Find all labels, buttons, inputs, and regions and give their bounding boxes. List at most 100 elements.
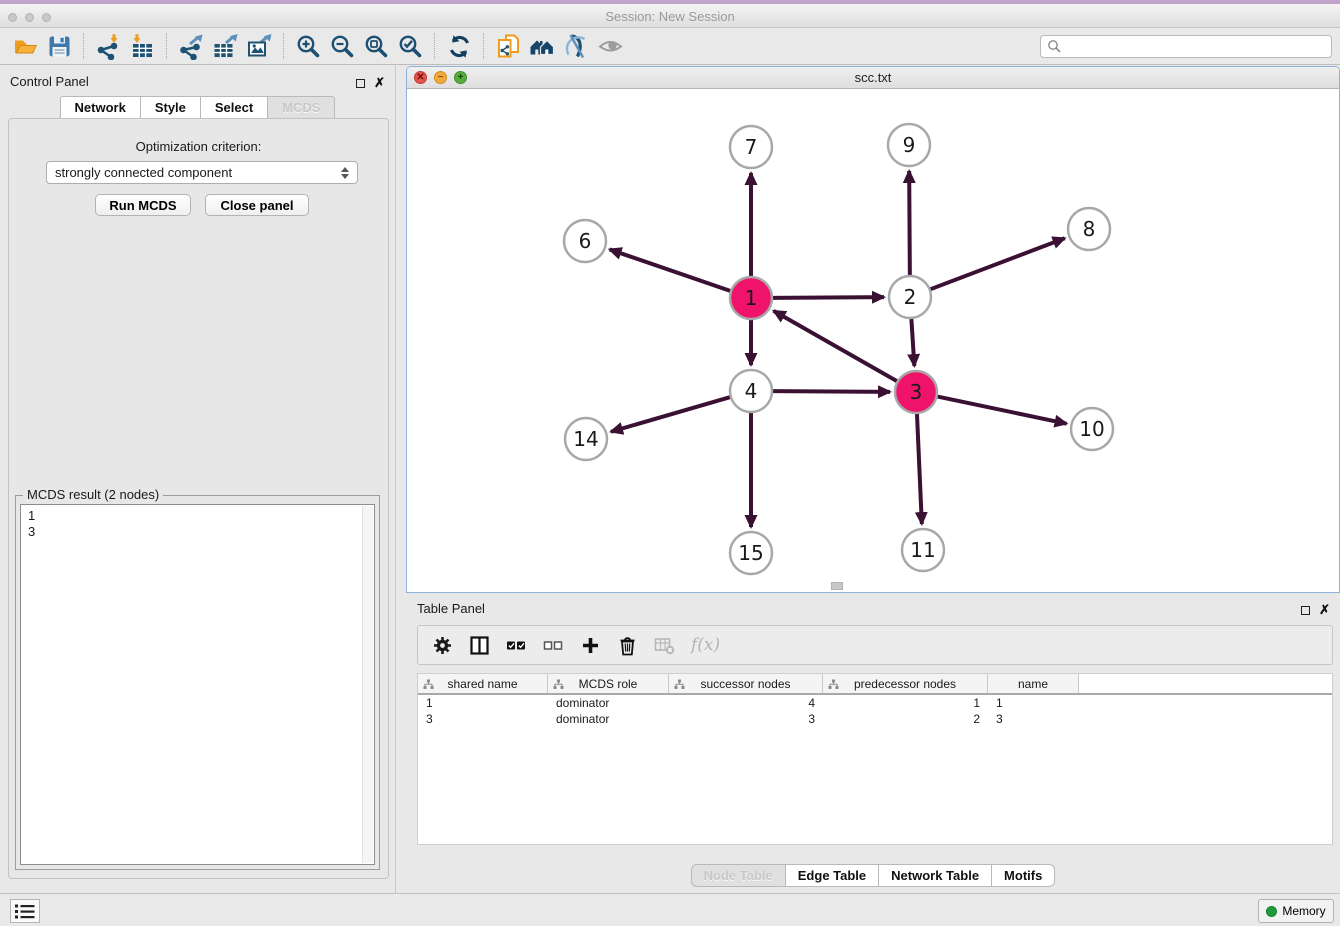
save-session-button[interactable]	[42, 30, 76, 62]
graph-node-14[interactable]: 14	[565, 418, 607, 460]
graph-node-2[interactable]: 2	[889, 276, 931, 318]
open-session-button[interactable]	[8, 30, 42, 62]
function-builder-button[interactable]: f(x)	[691, 632, 720, 658]
table-cell[interactable]: dominator	[548, 695, 669, 711]
graph-edge-1-6[interactable]	[610, 249, 731, 290]
graph-node-7[interactable]: 7	[730, 126, 772, 168]
graph-node-6[interactable]: 6	[564, 220, 606, 262]
graph-edge-3-10[interactable]	[938, 397, 1067, 424]
svg-text:14: 14	[573, 427, 598, 451]
export-network-button[interactable]	[174, 30, 208, 62]
graph-edge-2-3[interactable]	[911, 319, 914, 366]
column-header-name[interactable]: name	[988, 674, 1079, 693]
graph-edge-3-1[interactable]	[774, 311, 897, 381]
clone-network-button[interactable]	[491, 30, 525, 62]
table-cell[interactable]: 3	[418, 711, 548, 727]
table-cell[interactable]: 1	[418, 695, 548, 711]
memory-button[interactable]: Memory	[1258, 899, 1334, 923]
network-canvas[interactable]: 1 2 3 4 6 7 8 9 10 11 14 15	[407, 89, 1339, 592]
table-toolbar: f(x)	[417, 625, 1333, 665]
zoom-in-button[interactable]	[291, 30, 325, 62]
table-row[interactable]: 1dominator411	[418, 695, 1332, 711]
table-settings-button[interactable]	[432, 632, 453, 658]
mcds-result-scrollbar[interactable]	[362, 506, 373, 863]
close-panel-icon[interactable]: ✗	[374, 77, 385, 89]
tab-network-table[interactable]: Network Table	[878, 864, 991, 887]
mcds-result-area[interactable]: 1 3	[20, 504, 375, 865]
table-row[interactable]: 3dominator323	[418, 711, 1332, 727]
network-hscroll-thumb[interactable]	[831, 582, 843, 590]
svg-text:3: 3	[910, 380, 923, 404]
close-panel-icon[interactable]: ✗	[1319, 604, 1330, 616]
import-table-button[interactable]	[125, 30, 159, 62]
columns-icon	[469, 635, 490, 656]
mcds-result-text: 1 3	[28, 508, 358, 861]
tab-network[interactable]: Network	[60, 96, 140, 119]
graph-edge-3-11[interactable]	[917, 414, 922, 524]
column-type-icon	[423, 679, 434, 690]
table-cell[interactable]: dominator	[548, 711, 669, 727]
node-table[interactable]: shared name MCDS rolesuccessor nodesprede…	[417, 673, 1333, 845]
graph-node-11[interactable]: 11	[902, 529, 944, 571]
delete-column-button[interactable]	[617, 632, 638, 658]
tab-edge-table[interactable]: Edge Table	[785, 864, 878, 887]
zoom-selected-icon	[397, 33, 424, 60]
column-label: shared name	[447, 677, 517, 691]
criterion-select[interactable]: strongly connected component	[46, 161, 358, 184]
zoom-selected-button[interactable]	[393, 30, 427, 62]
table-header-row: shared name MCDS rolesuccessor nodesprede…	[418, 674, 1332, 695]
graph-node-10[interactable]: 10	[1071, 408, 1113, 450]
run-mcds-button[interactable]: Run MCDS	[95, 194, 191, 216]
column-header-successor-nodes[interactable]: successor nodes	[669, 674, 823, 693]
float-panel-icon[interactable]	[356, 79, 365, 88]
graph-node-1[interactable]: 1	[730, 277, 772, 319]
graph-edge-4-3[interactable]	[773, 391, 890, 392]
genemania-button[interactable]	[525, 30, 559, 62]
network-view-window: ✕ − + scc.txt 1234678910111415	[406, 66, 1340, 593]
refresh-layout-button[interactable]	[442, 30, 476, 62]
export-table-button[interactable]	[208, 30, 242, 62]
select-all-button[interactable]	[506, 632, 527, 658]
graph-edge-2-8[interactable]	[931, 238, 1065, 289]
tab-mcds[interactable]: MCDS	[267, 96, 335, 119]
table-cell[interactable]: 1	[823, 695, 988, 711]
add-column-button[interactable]	[580, 632, 601, 658]
search-input[interactable]	[1062, 37, 1325, 55]
graph-node-8[interactable]: 8	[1068, 208, 1110, 250]
task-history-button[interactable]	[10, 899, 40, 923]
select-stepper-icon	[341, 167, 349, 179]
graph-edge-1-2[interactable]	[773, 297, 884, 298]
graph-node-15[interactable]: 15	[730, 532, 772, 574]
column-header-shared-name[interactable]: shared name	[418, 674, 548, 693]
optimization-criterion-label: Optimization criterion:	[9, 139, 388, 154]
close-panel-button[interactable]: Close panel	[205, 194, 309, 216]
import-network-button[interactable]	[91, 30, 125, 62]
table-cell[interactable]: 2	[823, 711, 988, 727]
zoom-fit-button[interactable]	[359, 30, 393, 62]
control-panel-header: Control Panel ✗	[10, 73, 395, 93]
column-header-predecessor-nodes[interactable]: predecessor nodes	[823, 674, 988, 693]
show-columns-button[interactable]	[469, 632, 490, 658]
hide-details-button[interactable]	[559, 30, 593, 62]
table-cell[interactable]: 3	[988, 711, 1079, 727]
zoom-out-button[interactable]	[325, 30, 359, 62]
deselect-all-button[interactable]	[543, 632, 564, 658]
table-cell[interactable]: 3	[669, 711, 823, 727]
graph-edge-2-9[interactable]	[909, 171, 910, 275]
export-image-button[interactable]	[242, 30, 276, 62]
tab-node-table[interactable]: Node Table	[691, 864, 785, 887]
tab-select[interactable]: Select	[200, 96, 267, 119]
float-panel-icon[interactable]	[1301, 606, 1310, 615]
graph-node-4[interactable]: 4	[730, 370, 772, 412]
column-header-mcds-role[interactable]: MCDS role	[548, 674, 669, 693]
table-cell[interactable]: 4	[669, 695, 823, 711]
tab-style[interactable]: Style	[140, 96, 200, 119]
table-cell[interactable]: 1	[988, 695, 1079, 711]
graph-edge-4-14[interactable]	[611, 397, 730, 432]
graph-node-9[interactable]: 9	[888, 124, 930, 166]
delete-table-button[interactable]	[654, 632, 675, 658]
eye-button[interactable]	[593, 30, 627, 62]
graph-node-3[interactable]: 3	[895, 371, 937, 413]
deselect-all-icon	[543, 635, 564, 656]
tab-motifs[interactable]: Motifs	[991, 864, 1055, 887]
